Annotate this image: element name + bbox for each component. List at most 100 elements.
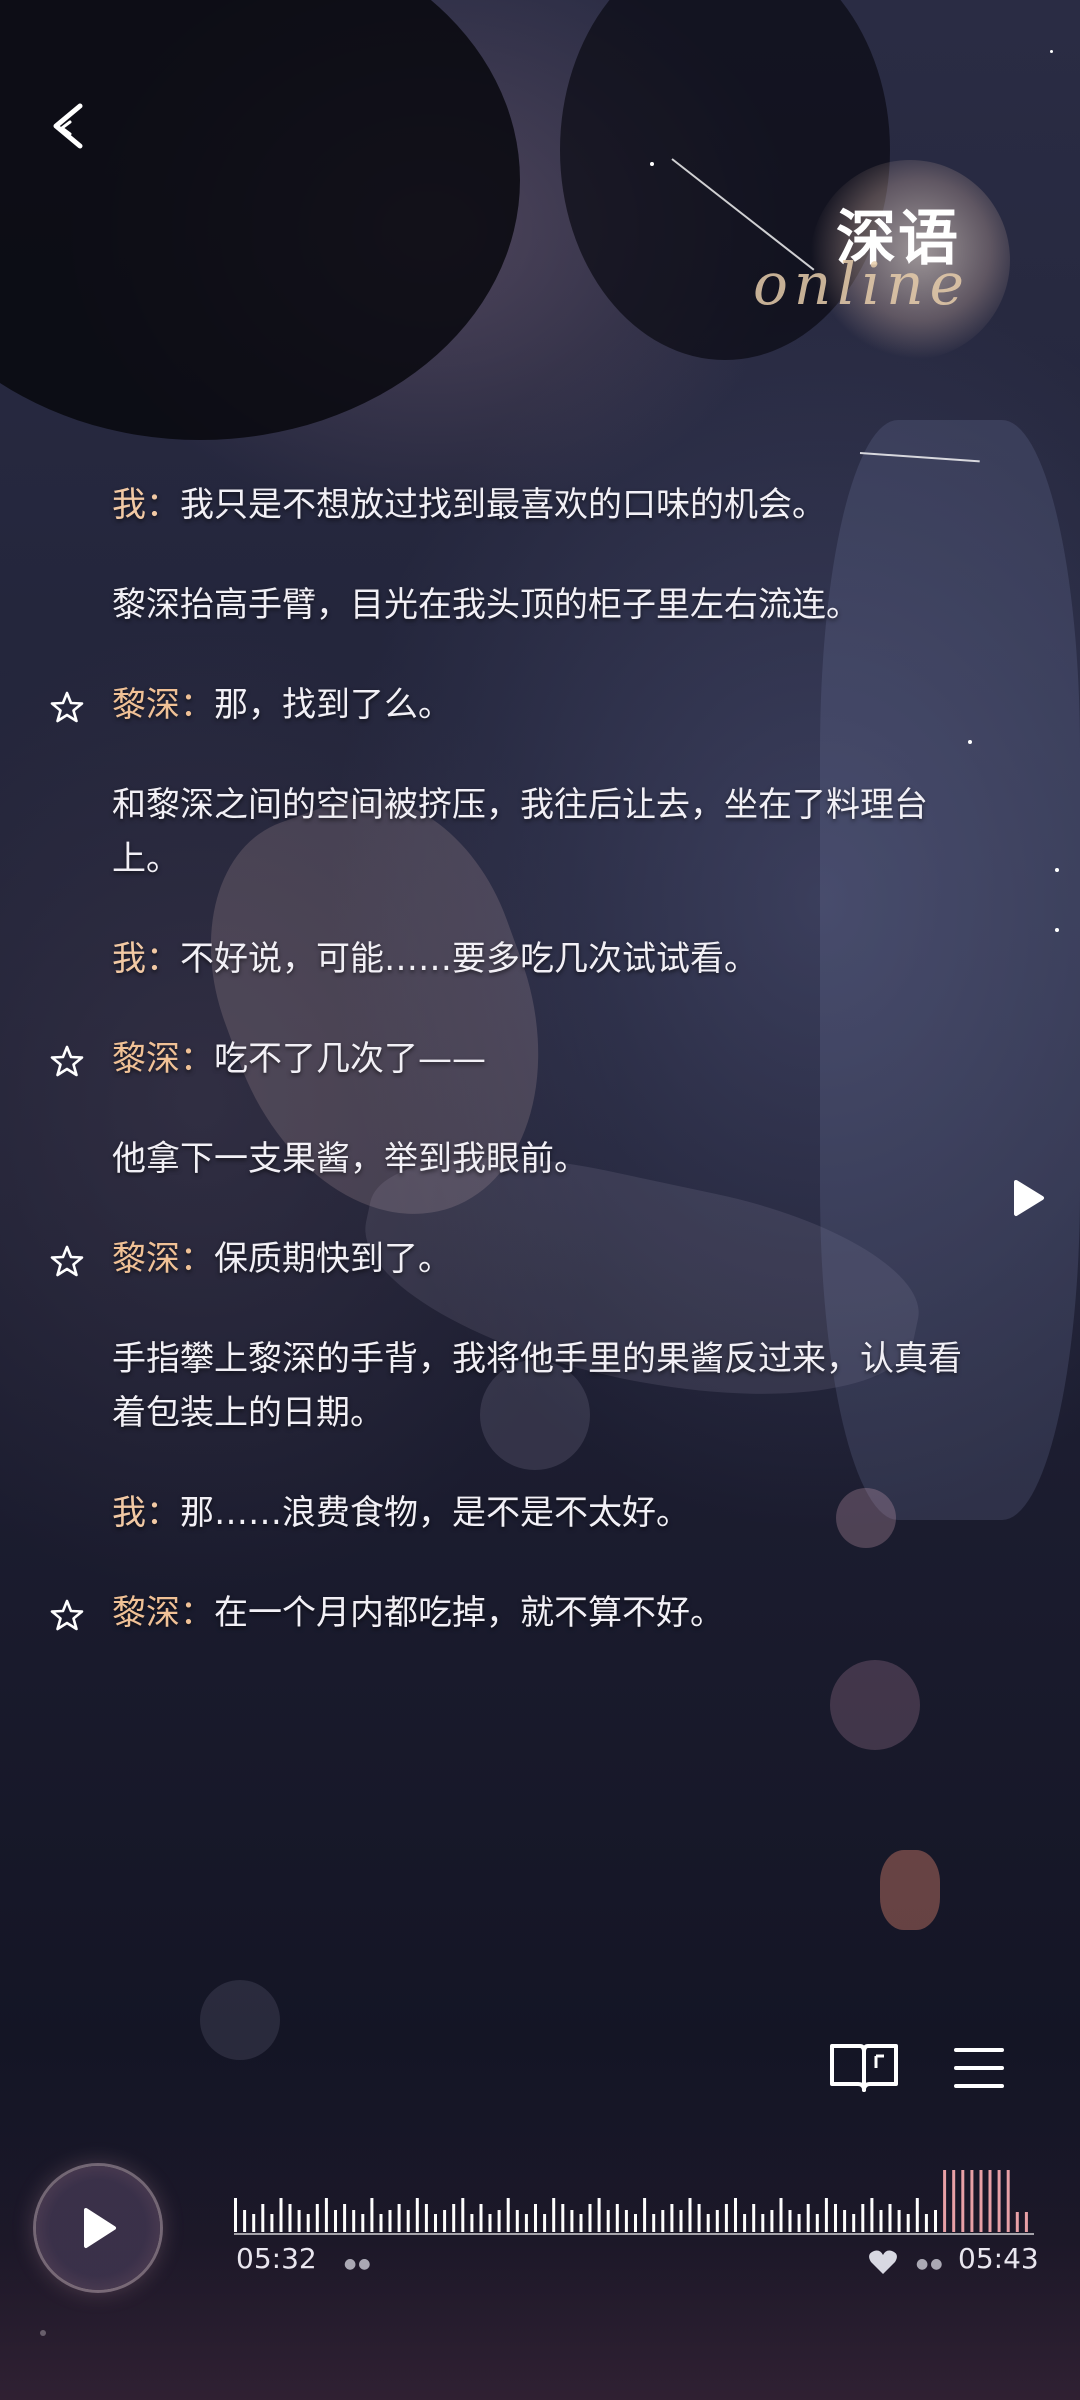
waveform-bar: [706, 2214, 710, 2232]
waveform-bar: [588, 2204, 592, 2232]
dialogue-line: 黎深：那，找到了么。: [0, 678, 1080, 732]
heart-icon: [869, 2250, 897, 2274]
waveform-bar: [579, 2214, 583, 2232]
favorite-star-icon[interactable]: [50, 1598, 84, 1632]
dialogue-text: 我只是不想放过找到最喜欢的口味的机会。: [180, 485, 826, 525]
dialogue-line: 我：那……浪费食物，是不是不太好。: [0, 1486, 1080, 1540]
waveform-bar: [561, 2204, 565, 2232]
waveform-bar: [570, 2210, 574, 2232]
audio-waveform[interactable]: [234, 2170, 1034, 2238]
waveform-bar: [243, 2210, 247, 2232]
speaker-name: 黎深：: [112, 685, 214, 725]
favorite-star-icon[interactable]: [50, 690, 84, 724]
dialogue-text: 他拿下一支果酱，举到我眼前。: [112, 1139, 588, 1179]
play-icon: [1014, 1180, 1044, 1216]
waveform-bar: [606, 2210, 610, 2232]
dialogue-text: 手指攀上黎深的手背，我将他手里的果酱反过来，认真看着包装上的日期。: [112, 1339, 962, 1433]
dialogue-text: 和黎深之间的空间被挤压，我往后让去，坐在了料理台上。: [112, 785, 928, 879]
waveform-bar: [961, 2170, 965, 2232]
waveform-bar: [315, 2204, 319, 2232]
speaker-name: 我：: [112, 1493, 180, 1533]
waveform-bar: [797, 2214, 801, 2232]
play-button[interactable]: [36, 2166, 160, 2290]
waveform-bar: [988, 2170, 992, 2232]
waveform-bar: [279, 2198, 283, 2232]
waveform-bar: [479, 2204, 483, 2232]
book-icon: [830, 2044, 898, 2092]
dialogue-line: 我：我只是不想放过找到最喜欢的口味的机会。: [0, 478, 1080, 532]
dialogue-text: 黎深抬高手臂，目光在我头顶的柜子里左右流连。: [112, 585, 860, 625]
book-button[interactable]: [828, 2040, 900, 2096]
waveform-bar: [488, 2214, 492, 2232]
waveform-bar: [979, 2170, 983, 2232]
waveform-bar: [461, 2198, 465, 2232]
waveform-bar: [997, 2170, 1001, 2232]
waveform-bar: [652, 2214, 656, 2232]
speaker-name: 我：: [112, 485, 180, 525]
favorite-button[interactable]: [868, 2248, 898, 2276]
waveform-bar: [397, 2204, 401, 2232]
waveform-bar: [915, 2198, 919, 2232]
waveform-bar: [1015, 2212, 1019, 2232]
dialogue-line: 黎深：在一个月内都吃掉，就不算不好。: [0, 1586, 1080, 1640]
waveform-bar: [497, 2210, 501, 2232]
total-time: 05:43: [958, 2242, 1039, 2275]
waveform-bar: [934, 2210, 937, 2232]
dots-decoration: ●●: [916, 2256, 945, 2272]
waveform-bar: [806, 2204, 810, 2232]
back-button[interactable]: [40, 96, 100, 156]
waveform-bar: [452, 2204, 456, 2232]
waveform-bar: [724, 2204, 728, 2232]
dialogue-line: 他拿下一支果酱，举到我眼前。: [0, 1132, 1080, 1186]
dialogue-text: 保质期快到了。: [214, 1239, 452, 1279]
dialogue-line: 黎深抬高手臂，目光在我头顶的柜子里左右流连。: [0, 578, 1080, 632]
dialogue-text: 在一个月内都吃掉，就不算不好。: [214, 1593, 724, 1633]
waveform-bar: [624, 2210, 628, 2232]
waveform-bar: [824, 2198, 828, 2232]
waveform-bar: [943, 2170, 947, 2232]
waveform-bar: [443, 2210, 447, 2232]
waveform-bar: [734, 2198, 737, 2232]
waveform-bar: [952, 2170, 956, 2232]
waveform-bar: [770, 2210, 774, 2232]
current-time: 05:32: [236, 2242, 317, 2275]
waveform-bar: [852, 2214, 856, 2232]
waveform-bar: [788, 2210, 792, 2232]
speaker-name: 我：: [112, 939, 180, 979]
waveform-bar: [406, 2210, 410, 2232]
waveform-bar: [515, 2210, 519, 2232]
waveform-bar: [370, 2198, 374, 2232]
waveform-bar: [543, 2214, 547, 2232]
speaker-name: 黎深：: [112, 1039, 214, 1079]
waveform-bar: [843, 2210, 847, 2232]
favorite-star-icon[interactable]: [50, 1044, 84, 1078]
waveform-bar: [324, 2198, 328, 2232]
waveform-bar: [779, 2198, 783, 2232]
waveform-bar: [361, 2214, 365, 2232]
dialogue-line: 手指攀上黎深的手背，我将他手里的果酱反过来，认真看着包装上的日期。: [0, 1332, 1080, 1440]
waveform-bar: [815, 2214, 819, 2232]
waveform-bar: [870, 2198, 874, 2232]
waveform-bar: [643, 2198, 647, 2232]
waveform-bar: [434, 2214, 437, 2232]
auto-play-button[interactable]: [1012, 1178, 1046, 1218]
waveform-bar: [679, 2210, 683, 2232]
waveform-bar: [879, 2210, 883, 2232]
waveform-bar: [506, 2198, 510, 2232]
menu-button[interactable]: [952, 2044, 1006, 2092]
dialogue-text: 不好说，可能……要多吃几次试试看。: [180, 939, 758, 979]
logo-script: online: [752, 250, 970, 318]
waveform-bar: [352, 2210, 356, 2232]
waveform-bar: [761, 2214, 765, 2232]
dialogue-list: 我：我只是不想放过找到最喜欢的口味的机会。 黎深抬高手臂，目光在我头顶的柜子里左右…: [0, 478, 1080, 1686]
waveform-bar: [1006, 2170, 1010, 2232]
waveform-bar: [897, 2210, 901, 2232]
waveform-bar: [306, 2214, 310, 2232]
waveform-bar: [343, 2204, 347, 2232]
speaker-name: 黎深：: [112, 1239, 214, 1279]
waveform-bar: [470, 2214, 474, 2232]
favorite-star-icon[interactable]: [50, 1244, 84, 1278]
dialogue-line: 黎深：吃不了几次了——: [0, 1032, 1080, 1086]
waveform-bar: [752, 2204, 756, 2232]
menu-icon: [954, 2048, 1004, 2088]
